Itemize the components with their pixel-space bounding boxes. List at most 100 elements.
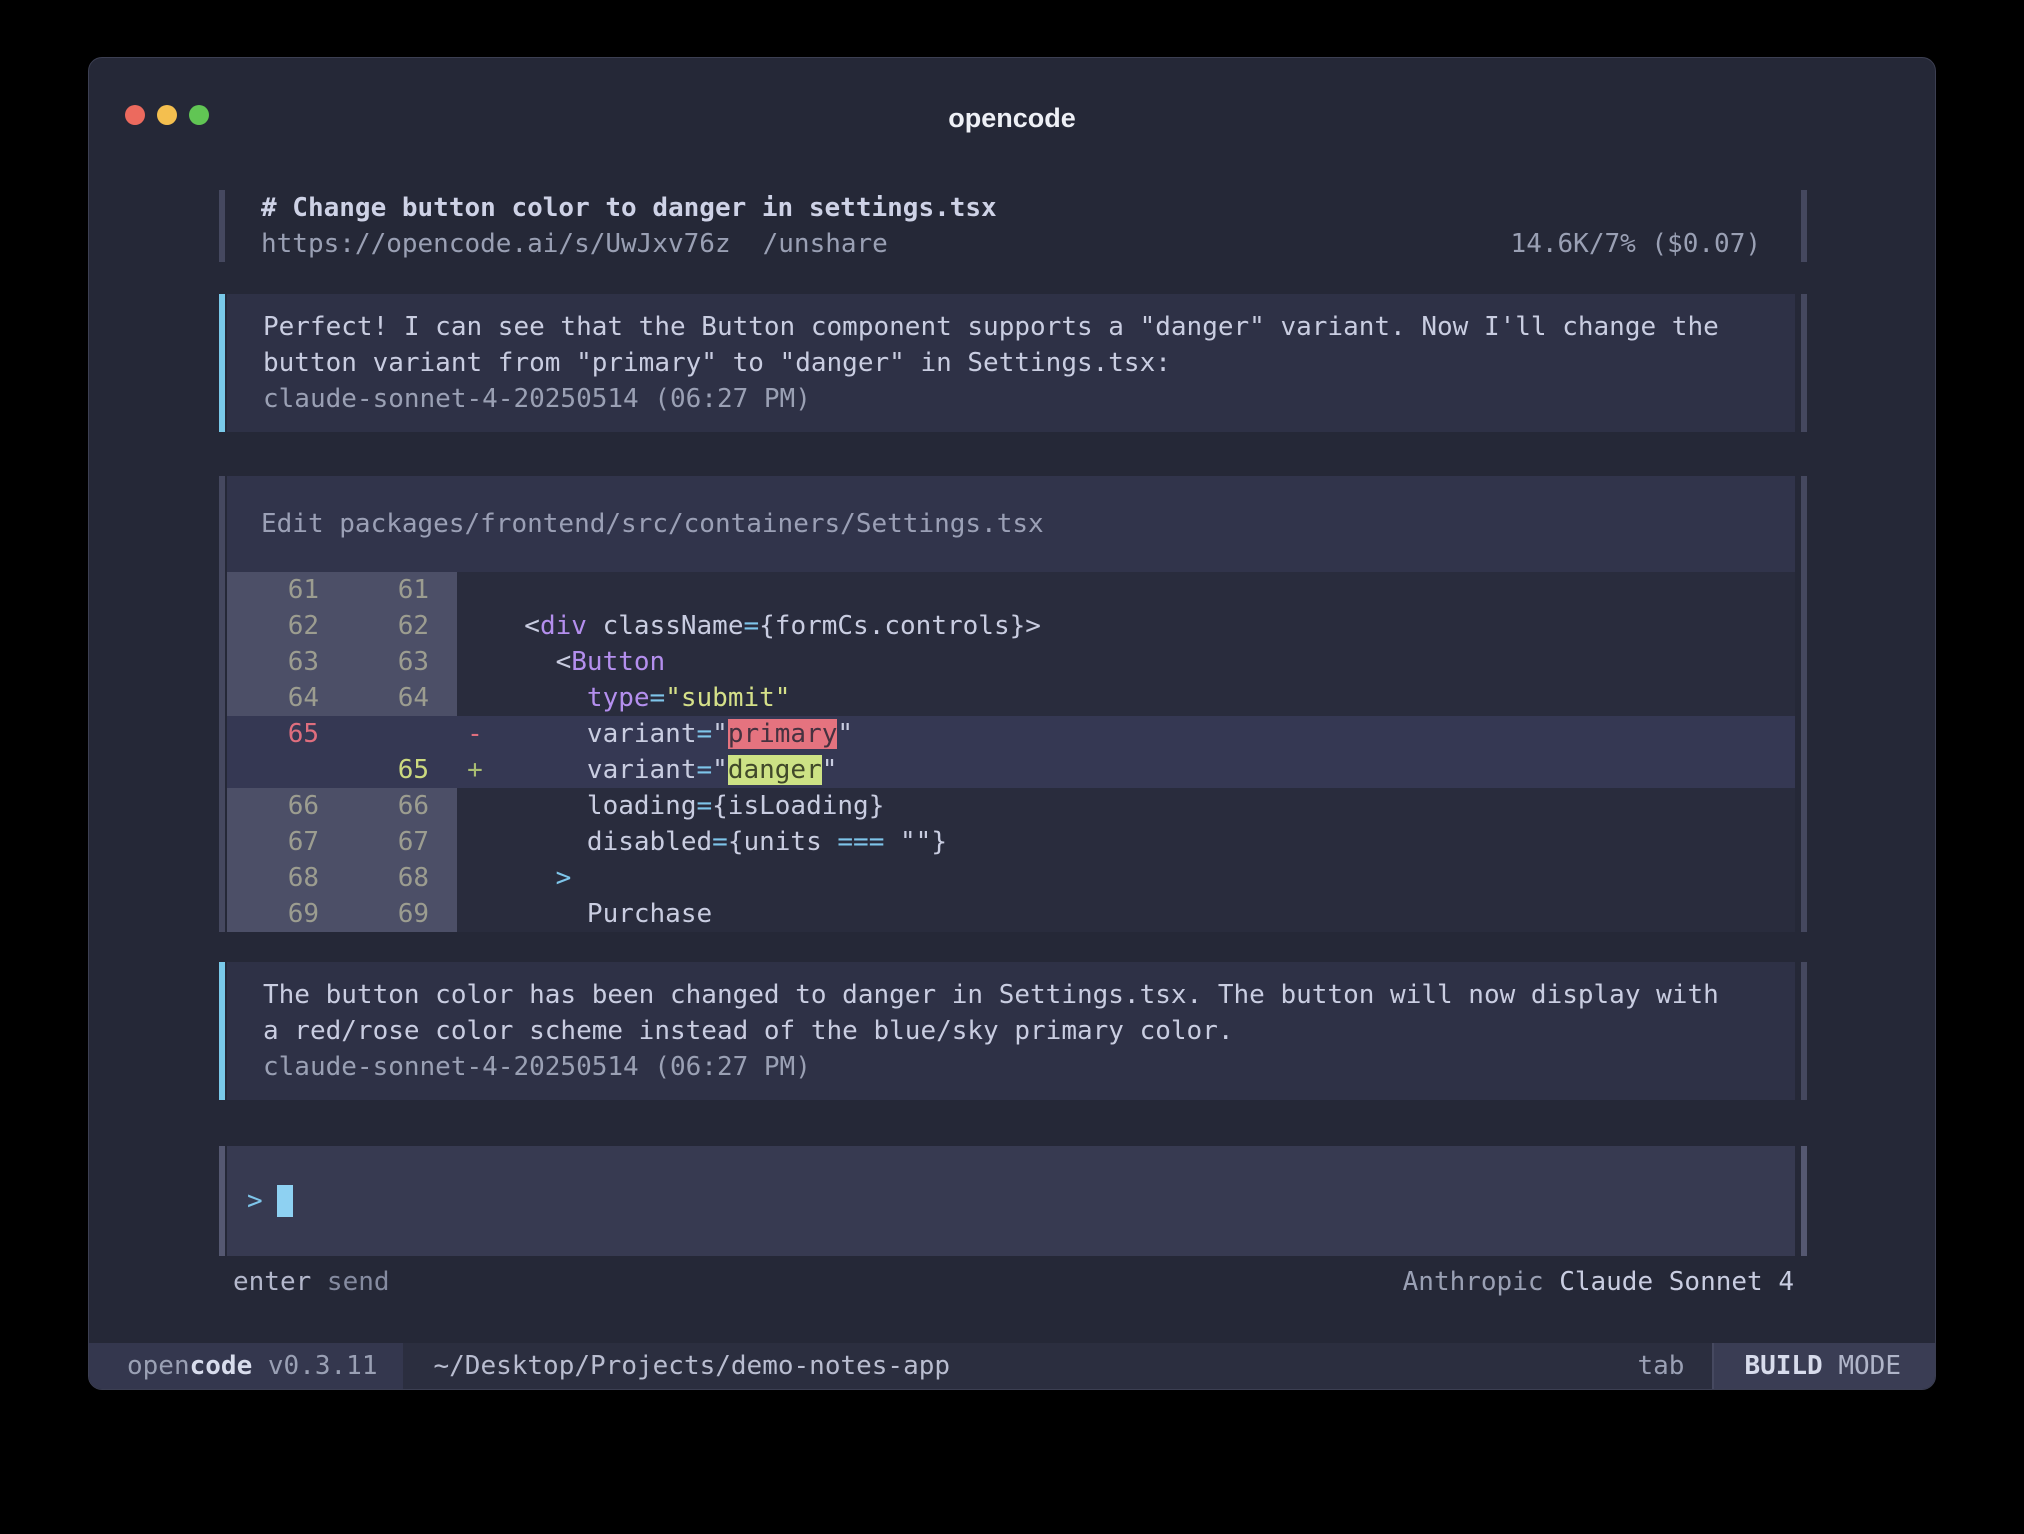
new-line-number: 66 xyxy=(319,788,429,824)
tab-key-hint: tab xyxy=(1637,1343,1712,1389)
old-line-number: 67 xyxy=(227,824,319,860)
code-token-tag: type xyxy=(587,683,650,713)
app-name-code: code xyxy=(190,1348,253,1384)
assistant-message-accent-bar xyxy=(219,294,225,432)
code-token-plain: {formCs.controls}> xyxy=(759,611,1041,641)
diff-gutter: 6464 xyxy=(227,680,457,716)
diff-marker: - xyxy=(457,716,493,752)
code-token-plain: disabled xyxy=(493,827,712,857)
working-directory: ~/Desktop/Projects/demo-notes-app xyxy=(433,1343,950,1389)
diff-gutter: 6161 xyxy=(227,572,457,608)
code-token-plain: {isLoading} xyxy=(712,791,884,821)
mode-suffix: MODE xyxy=(1823,1348,1901,1384)
old-line-number: 68 xyxy=(227,860,319,896)
code-token-plain: < xyxy=(493,611,540,641)
code-line: type="submit" xyxy=(493,680,790,716)
app-version-segment: opencode v0.3.11 xyxy=(89,1343,403,1389)
code-token-add-word: danger xyxy=(728,755,822,785)
window-title: opencode xyxy=(89,100,1935,136)
diff-row: 6767 disabled={units === ""} xyxy=(227,824,1795,860)
new-line-number: 64 xyxy=(319,680,429,716)
edit-file-path: Edit packages/frontend/src/containers/Se… xyxy=(227,476,1795,572)
diff-row: 6868 > xyxy=(227,860,1795,896)
diff-gutter: 6767 xyxy=(227,824,457,860)
diff-row: 65- variant="primary" xyxy=(227,716,1795,752)
model-provider-label: Anthropic xyxy=(1403,1264,1560,1300)
old-line-number: 62 xyxy=(227,608,319,644)
session-header: # Change button color to danger in setti… xyxy=(219,190,1807,262)
prompt-input-right-bar xyxy=(1801,1146,1807,1256)
code-token-op: = xyxy=(712,827,728,857)
diff-row: 6262 <div className={formCs.controls}> xyxy=(227,608,1795,644)
edit-card-right-bar xyxy=(1801,476,1807,932)
share-url-link[interactable]: https://opencode.ai/s/UwJxv76z xyxy=(261,226,731,262)
old-line-number: 61 xyxy=(227,572,319,608)
code-token-op: > xyxy=(556,863,572,893)
diff-marker: + xyxy=(457,752,493,788)
code-token-plain: className xyxy=(587,611,744,641)
diff-row: 65+ variant="danger" xyxy=(227,752,1795,788)
code-token-del-word: primary xyxy=(728,719,838,749)
new-line-number: 67 xyxy=(319,824,429,860)
unshare-command[interactable]: /unshare xyxy=(763,226,888,262)
code-token-op: = xyxy=(650,683,666,713)
diff-gutter: 6868 xyxy=(227,860,457,896)
prompt-input-left-bar xyxy=(219,1146,225,1256)
message-text-line: a red/rose color scheme instead of the b… xyxy=(263,1013,1759,1049)
prompt-symbol: > xyxy=(247,1183,263,1219)
code-token-tag: div xyxy=(540,611,587,641)
diff-gutter: 65 xyxy=(227,752,457,788)
old-line-number: 66 xyxy=(227,788,319,824)
code-line: Purchase xyxy=(493,896,712,932)
code-token-plain xyxy=(493,683,587,713)
code-token-plain: " xyxy=(837,719,853,749)
diff-row: 6363 <Button xyxy=(227,644,1795,680)
new-line-number: 69 xyxy=(319,896,429,932)
new-line-number: 68 xyxy=(319,860,429,896)
diff-view: 61616262 <div className={formCs.controls… xyxy=(227,572,1795,932)
diff-row: 6161 xyxy=(227,572,1795,608)
session-header-right-bar xyxy=(1801,190,1807,262)
assistant-message-accent-bar xyxy=(219,962,225,1100)
code-token-plain xyxy=(493,863,556,893)
code-line: loading={isLoading} xyxy=(493,788,884,824)
code-line: disabled={units === ""} xyxy=(493,824,947,860)
diff-row: 6969 Purchase xyxy=(227,896,1795,932)
app-version: v0.3.11 xyxy=(252,1348,377,1384)
session-title: # Change button color to danger in setti… xyxy=(261,190,1795,226)
code-token-op: = xyxy=(697,719,713,749)
diff-row: 6464 type="submit" xyxy=(227,680,1795,716)
code-token-plain: ""} xyxy=(884,827,947,857)
model-name-label: Claude Sonnet 4 xyxy=(1559,1264,1794,1300)
diff-gutter: 6666 xyxy=(227,788,457,824)
code-line: <div className={formCs.controls}> xyxy=(493,608,1041,644)
code-token-plain: loading xyxy=(493,791,697,821)
old-line-number: 64 xyxy=(227,680,319,716)
code-token-plain: variant xyxy=(493,719,697,749)
message-text-line: The button color has been changed to dan… xyxy=(263,977,1759,1013)
assistant-message: The button color has been changed to dan… xyxy=(219,962,1807,1100)
app-name-open: open xyxy=(127,1348,190,1384)
code-token-tag: Button xyxy=(571,647,665,677)
diff-gutter: 6969 xyxy=(227,896,457,932)
session-header-left-bar xyxy=(219,190,225,262)
code-token-plain: " xyxy=(712,755,728,785)
assistant-message: Perfect! I can see that the Button compo… xyxy=(219,294,1807,432)
code-token-plain: " xyxy=(822,755,838,785)
status-bar: opencode v0.3.11 ~/Desktop/Projects/demo… xyxy=(89,1343,1935,1389)
diff-gutter: 65 xyxy=(227,716,457,752)
code-token-plain: < xyxy=(493,647,571,677)
token-usage-cost: 14.6K/7% ($0.07) xyxy=(1511,226,1795,262)
message-model-timestamp: claude-sonnet-4-20250514 (06:27 PM) xyxy=(263,381,1759,417)
enter-key-hint: enter xyxy=(233,1264,311,1300)
message-text-line: button variant from "primary" to "danger… xyxy=(263,345,1759,381)
diff-row: 6666 loading={isLoading} xyxy=(227,788,1795,824)
prompt-input[interactable]: > xyxy=(227,1146,1795,1256)
hint-row: enter send Anthropic Claude Sonnet 4 xyxy=(233,1264,1794,1300)
code-line: variant="primary" xyxy=(493,716,853,752)
text-cursor xyxy=(277,1185,293,1217)
message-text-line: Perfect! I can see that the Button compo… xyxy=(263,309,1759,345)
old-line-number: 65 xyxy=(227,716,319,752)
old-line-number: 69 xyxy=(227,896,319,932)
old-line-number: 63 xyxy=(227,644,319,680)
